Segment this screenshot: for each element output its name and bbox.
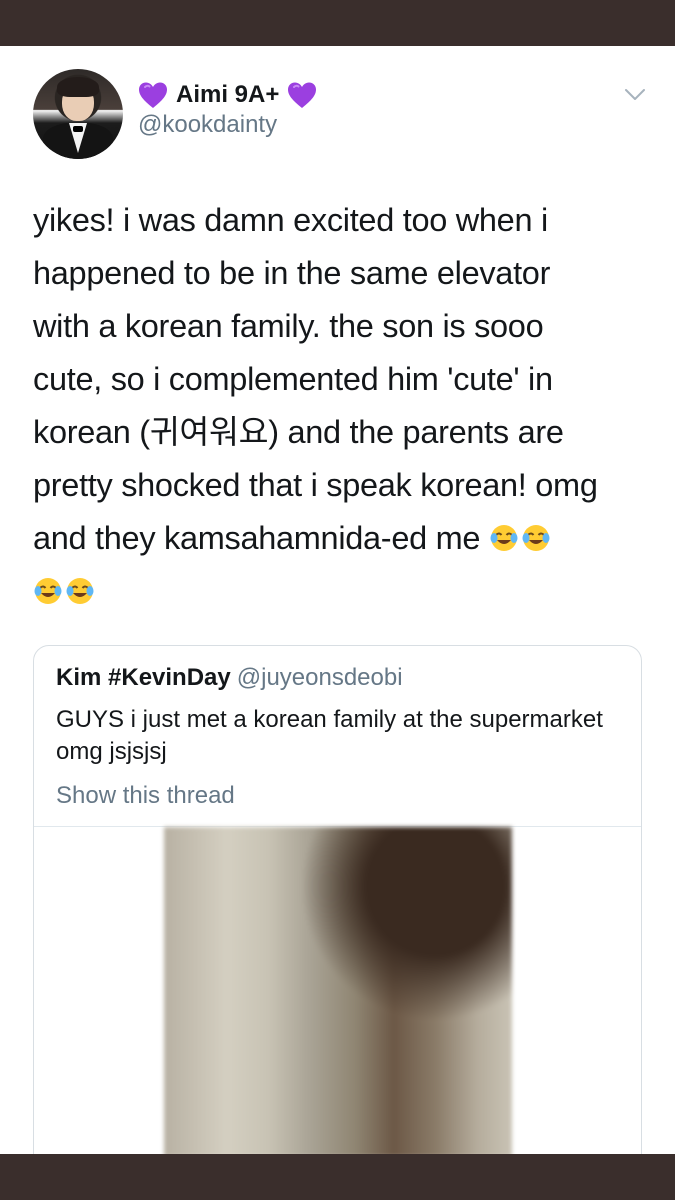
bottom-frame-bar (0, 1154, 675, 1200)
tweet-text: yikes! i was damn excited too when i hap… (33, 194, 653, 618)
tweet-last-line: and they kamsahamnida-ed me (33, 512, 653, 565)
purple-heart-icon (288, 82, 317, 108)
tweet-line: with a korean family. the son is sooo (33, 308, 544, 344)
author-avatar[interactable] (33, 69, 123, 159)
author-display-name: Aimi 9A+ (176, 81, 280, 108)
top-frame-bar (0, 0, 675, 46)
quoted-handle: @juyeonsdeobi (236, 664, 403, 691)
chevron-down-icon[interactable] (624, 88, 646, 102)
quoted-tweet-card[interactable]: Kim #KevinDay @juyeonsdeobi GUYS i just m… (33, 645, 642, 1185)
tweet-line: cute, so i complemented him 'cute' in (33, 361, 553, 397)
tweet-line: korean (귀여워요) and the parents are (33, 414, 564, 450)
quoted-tweet-text: GUYS i just met a korean family at the s… (56, 706, 603, 765)
author-name-row[interactable]: Aimi 9A+ (138, 78, 317, 112)
show-thread-link[interactable]: Show this thread (56, 782, 235, 810)
tweet-line: yikes! i was damn excited too when i (33, 202, 548, 238)
tweet-line: pretty shocked that i speak korean! omg (33, 467, 598, 503)
quoted-display-name: Kim #KevinDay (56, 664, 231, 691)
quoted-media-thumbnail[interactable] (164, 827, 512, 1157)
face-with-tears-of-joy-icon (490, 525, 518, 551)
face-with-tears-of-joy-icon (34, 578, 62, 604)
face-with-tears-of-joy-icon (522, 525, 550, 551)
quoted-tweet-header: Kim #KevinDay @juyeonsdeobi (56, 664, 403, 692)
purple-heart-icon (139, 82, 167, 108)
face-with-tears-of-joy-icon (66, 578, 94, 604)
author-handle[interactable]: @kookdainty (138, 111, 277, 139)
tweet-line: happened to be in the same elevator (33, 255, 551, 291)
tweet-emoji-line (33, 565, 653, 618)
tweet-line: and they kamsahamnida-ed me (33, 520, 481, 556)
